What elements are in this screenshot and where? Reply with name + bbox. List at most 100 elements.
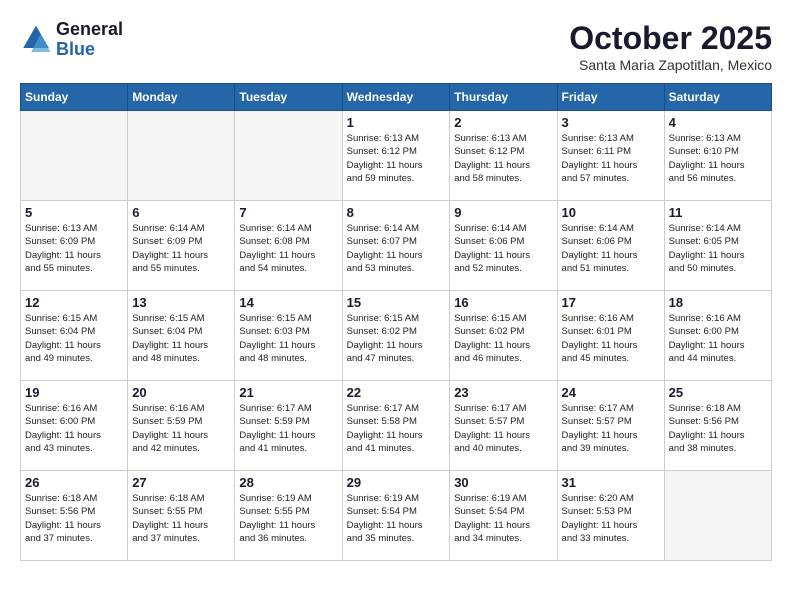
day-info: Sunrise: 6:13 AM Sunset: 6:12 PM Dayligh…: [347, 132, 446, 185]
day-info: Sunrise: 6:16 AM Sunset: 6:00 PM Dayligh…: [25, 402, 123, 455]
table-row: 12 Sunrise: 6:15 AM Sunset: 6:04 PM Dayli…: [21, 291, 128, 381]
table-row: 6Sunrise: 6:14 AM Sunset: 6:09 PM Daylig…: [128, 201, 235, 291]
day-number: 5: [25, 205, 123, 220]
table-row: 20Sunrise: 6:16 AM Sunset: 5:59 PM Dayli…: [128, 381, 235, 471]
day-number: 22: [347, 385, 446, 400]
day-number: 10: [562, 205, 660, 220]
table-row: 26Sunrise: 6:18 AM Sunset: 5:56 PM Dayli…: [21, 471, 128, 561]
table-row: 1Sunrise: 6:13 AM Sunset: 6:12 PM Daylig…: [342, 111, 450, 201]
table-row: [21, 111, 128, 201]
day-of-week-header: Sunday: [21, 84, 128, 111]
day-info: Sunrise: 6:15 AM Sunset: 6:04 PM Dayligh…: [25, 312, 123, 365]
day-info: Sunrise: 6:19 AM Sunset: 5:54 PM Dayligh…: [454, 492, 552, 545]
logo-text: General Blue: [56, 20, 123, 60]
day-of-week-header: Thursday: [450, 84, 557, 111]
table-row: 27 Sunrise: 6:18 AM Sunset: 5:55 PM Dayli…: [128, 471, 235, 561]
calendar-week-row: 19 Sunrise: 6:16 AM Sunset: 6:00 PM Dayli…: [21, 381, 772, 471]
day-number: 27: [132, 475, 230, 490]
table-row: 5 Sunrise: 6:13 AM Sunset: 6:09 PM Daylig…: [21, 201, 128, 291]
day-info: Sunrise: 6:17 AM Sunset: 5:59 PM Dayligh…: [239, 402, 337, 455]
day-of-week-header: Friday: [557, 84, 664, 111]
title-block: October 2025 Santa Maria Zapotitlan, Mex…: [569, 20, 772, 73]
table-row: 22Sunrise: 6:17 AM Sunset: 5:58 PM Dayli…: [342, 381, 450, 471]
table-row: 11Sunrise: 6:14 AM Sunset: 6:05 PM Dayli…: [664, 201, 771, 291]
day-info: Sunrise: 6:14 AM Sunset: 6:06 PM Dayligh…: [454, 222, 552, 275]
day-info: Sunrise: 6:15 AM Sunset: 6:03 PM Dayligh…: [239, 312, 337, 365]
day-number: 9: [454, 205, 552, 220]
day-of-week-header: Saturday: [664, 84, 771, 111]
table-row: 21 Sunrise: 6:17 AM Sunset: 5:59 PM Dayli…: [235, 381, 342, 471]
table-row: 10Sunrise: 6:14 AM Sunset: 6:06 PM Dayli…: [557, 201, 664, 291]
day-number: 28: [239, 475, 337, 490]
table-row: 23 Sunrise: 6:17 AM Sunset: 5:57 PM Dayli…: [450, 381, 557, 471]
table-row: 2 Sunrise: 6:13 AM Sunset: 6:12 PM Daylig…: [450, 111, 557, 201]
day-info: Sunrise: 6:15 AM Sunset: 6:04 PM Dayligh…: [132, 312, 230, 365]
day-info: Sunrise: 6:16 AM Sunset: 6:00 PM Dayligh…: [669, 312, 767, 365]
day-info: Sunrise: 6:17 AM Sunset: 5:57 PM Dayligh…: [454, 402, 552, 455]
day-number: 16: [454, 295, 552, 310]
day-info: Sunrise: 6:16 AM Sunset: 5:59 PM Dayligh…: [132, 402, 230, 455]
table-row: 25 Sunrise: 6:18 AM Sunset: 5:56 PM Dayli…: [664, 381, 771, 471]
table-row: 29Sunrise: 6:19 AM Sunset: 5:54 PM Dayli…: [342, 471, 450, 561]
table-row: 19 Sunrise: 6:16 AM Sunset: 6:00 PM Dayli…: [21, 381, 128, 471]
day-of-week-header: Monday: [128, 84, 235, 111]
day-info: Sunrise: 6:20 AM Sunset: 5:53 PM Dayligh…: [562, 492, 660, 545]
day-number: 2: [454, 115, 552, 130]
logo-icon: [20, 24, 52, 56]
day-number: 18: [669, 295, 767, 310]
table-row: 13 Sunrise: 6:15 AM Sunset: 6:04 PM Dayli…: [128, 291, 235, 381]
day-number: 14: [239, 295, 337, 310]
calendar-week-row: 12 Sunrise: 6:15 AM Sunset: 6:04 PM Dayli…: [21, 291, 772, 381]
day-info: Sunrise: 6:14 AM Sunset: 6:07 PM Dayligh…: [347, 222, 446, 275]
logo: General Blue: [20, 20, 123, 60]
day-number: 6: [132, 205, 230, 220]
calendar-week-row: 26Sunrise: 6:18 AM Sunset: 5:56 PM Dayli…: [21, 471, 772, 561]
table-row: 8 Sunrise: 6:14 AM Sunset: 6:07 PM Daylig…: [342, 201, 450, 291]
day-number: 7: [239, 205, 337, 220]
calendar-week-row: 5 Sunrise: 6:13 AM Sunset: 6:09 PM Daylig…: [21, 201, 772, 291]
day-number: 4: [669, 115, 767, 130]
day-info: Sunrise: 6:14 AM Sunset: 6:05 PM Dayligh…: [669, 222, 767, 275]
day-number: 24: [562, 385, 660, 400]
calendar-header-row: SundayMondayTuesdayWednesdayThursdayFrid…: [21, 84, 772, 111]
day-number: 23: [454, 385, 552, 400]
table-row: 9 Sunrise: 6:14 AM Sunset: 6:06 PM Daylig…: [450, 201, 557, 291]
day-info: Sunrise: 6:13 AM Sunset: 6:09 PM Dayligh…: [25, 222, 123, 275]
table-row: 14 Sunrise: 6:15 AM Sunset: 6:03 PM Dayli…: [235, 291, 342, 381]
location-subtitle: Santa Maria Zapotitlan, Mexico: [569, 57, 772, 73]
day-info: Sunrise: 6:17 AM Sunset: 5:57 PM Dayligh…: [562, 402, 660, 455]
day-info: Sunrise: 6:15 AM Sunset: 6:02 PM Dayligh…: [454, 312, 552, 365]
table-row: [235, 111, 342, 201]
day-info: Sunrise: 6:18 AM Sunset: 5:56 PM Dayligh…: [669, 402, 767, 455]
table-row: [664, 471, 771, 561]
table-row: 4 Sunrise: 6:13 AM Sunset: 6:10 PM Daylig…: [664, 111, 771, 201]
day-info: Sunrise: 6:19 AM Sunset: 5:54 PM Dayligh…: [347, 492, 446, 545]
day-number: 30: [454, 475, 552, 490]
table-row: 31 Sunrise: 6:20 AM Sunset: 5:53 PM Dayli…: [557, 471, 664, 561]
day-number: 21: [239, 385, 337, 400]
logo-blue: Blue: [56, 40, 123, 60]
day-number: 26: [25, 475, 123, 490]
day-info: Sunrise: 6:18 AM Sunset: 5:55 PM Dayligh…: [132, 492, 230, 545]
day-info: Sunrise: 6:13 AM Sunset: 6:12 PM Dayligh…: [454, 132, 552, 185]
table-row: [128, 111, 235, 201]
table-row: 18 Sunrise: 6:16 AM Sunset: 6:00 PM Dayli…: [664, 291, 771, 381]
table-row: 16 Sunrise: 6:15 AM Sunset: 6:02 PM Dayli…: [450, 291, 557, 381]
day-info: Sunrise: 6:13 AM Sunset: 6:10 PM Dayligh…: [669, 132, 767, 185]
logo-general: General: [56, 20, 123, 40]
day-number: 12: [25, 295, 123, 310]
day-of-week-header: Wednesday: [342, 84, 450, 111]
day-number: 8: [347, 205, 446, 220]
day-number: 19: [25, 385, 123, 400]
page-header: General Blue October 2025 Santa Maria Za…: [20, 20, 772, 73]
calendar-table: SundayMondayTuesdayWednesdayThursdayFrid…: [20, 83, 772, 561]
day-number: 15: [347, 295, 446, 310]
day-number: 17: [562, 295, 660, 310]
table-row: 7Sunrise: 6:14 AM Sunset: 6:08 PM Daylig…: [235, 201, 342, 291]
table-row: 30 Sunrise: 6:19 AM Sunset: 5:54 PM Dayli…: [450, 471, 557, 561]
day-number: 13: [132, 295, 230, 310]
day-number: 25: [669, 385, 767, 400]
table-row: 15Sunrise: 6:15 AM Sunset: 6:02 PM Dayli…: [342, 291, 450, 381]
day-number: 31: [562, 475, 660, 490]
calendar-week-row: 1Sunrise: 6:13 AM Sunset: 6:12 PM Daylig…: [21, 111, 772, 201]
